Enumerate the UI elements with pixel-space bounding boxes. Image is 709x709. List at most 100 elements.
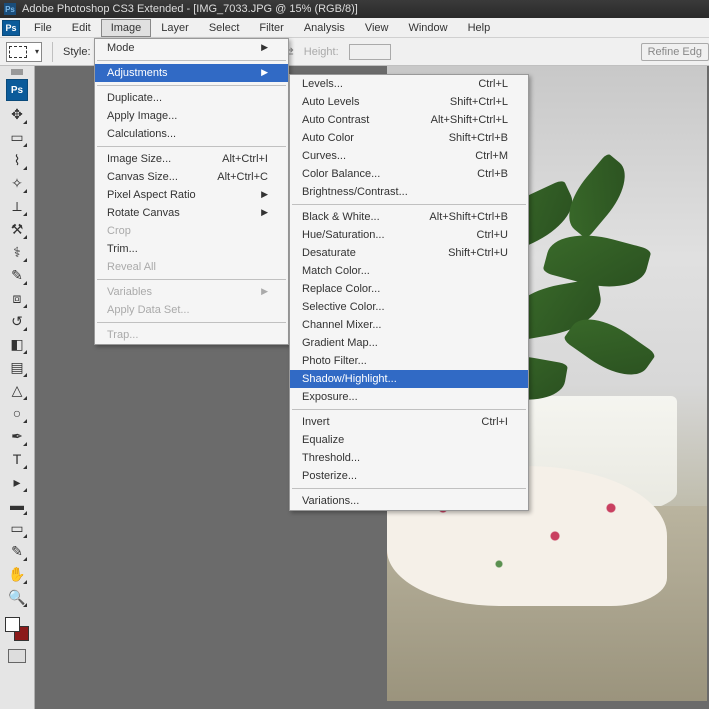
- adjustments-item-threshold[interactable]: Threshold...: [290, 449, 528, 467]
- window-title: Adobe Photoshop CS3 Extended - [IMG_7033…: [22, 3, 358, 15]
- separator: [292, 204, 526, 205]
- menu-file[interactable]: File: [24, 19, 62, 37]
- shortcut-label: Ctrl+U: [477, 229, 508, 241]
- slice-tool[interactable]: ⚒: [6, 218, 28, 240]
- menu-help[interactable]: Help: [458, 19, 501, 37]
- shortcut-label: Ctrl+M: [475, 150, 508, 162]
- submenu-arrow-icon: ▶: [261, 67, 268, 79]
- clone-stamp-tool[interactable]: ⧈: [6, 287, 28, 309]
- adjustments-item-curves[interactable]: Curves... Ctrl+M: [290, 147, 528, 165]
- separator: [292, 488, 526, 489]
- image-menu-item-calculations[interactable]: Calculations...: [95, 125, 288, 143]
- adjustments-item-variations[interactable]: Variations...: [290, 492, 528, 510]
- adjustments-item-auto-color[interactable]: Auto ColorShift+Ctrl+B: [290, 129, 528, 147]
- image-menu-item-rotate-canvas[interactable]: Rotate Canvas▶: [95, 204, 288, 222]
- separator: [292, 409, 526, 410]
- gradient-tool[interactable]: ▤: [6, 356, 28, 378]
- menu-filter[interactable]: Filter: [249, 19, 293, 37]
- adjustments-item-brightness-contrast[interactable]: Brightness/Contrast...: [290, 183, 528, 201]
- dropdown-arrow-icon: ▾: [35, 47, 39, 56]
- color-swatches[interactable]: [5, 617, 29, 641]
- height-input[interactable]: [349, 44, 391, 60]
- path-selection-tool[interactable]: ▸: [6, 471, 28, 493]
- marquee-tool[interactable]: ▭: [6, 126, 28, 148]
- image-menu-item-adjustments[interactable]: Adjustments▶: [95, 64, 288, 82]
- menu-edit[interactable]: Edit: [62, 19, 101, 37]
- toolbox-grip[interactable]: [11, 69, 23, 75]
- adjustments-item-photo-filter[interactable]: Photo Filter...: [290, 352, 528, 370]
- menu-item-label: Variations...: [302, 495, 359, 507]
- menu-item-label: Threshold...: [302, 452, 360, 464]
- adjustments-item-channel-mixer[interactable]: Channel Mixer...: [290, 316, 528, 334]
- adjustments-item-hue-saturation[interactable]: Hue/Saturation...Ctrl+U: [290, 226, 528, 244]
- foreground-color-swatch[interactable]: [5, 617, 20, 632]
- menu-item-label: Duplicate...: [107, 92, 162, 104]
- hand-tool[interactable]: ✋: [6, 563, 28, 585]
- ps-badge-icon[interactable]: Ps: [2, 20, 20, 36]
- pen-tool[interactable]: ✒: [6, 425, 28, 447]
- eyedropper-tool[interactable]: ✎: [6, 540, 28, 562]
- separator: [97, 60, 286, 61]
- menu-item-label: Apply Data Set...: [107, 304, 190, 316]
- image-menu-item-canvas-size[interactable]: Canvas Size...Alt+Ctrl+C: [95, 168, 288, 186]
- shape-tool[interactable]: ▬: [6, 494, 28, 516]
- menu-select[interactable]: Select: [199, 19, 250, 37]
- image-menu-item-image-size[interactable]: Image Size...Alt+Ctrl+I: [95, 150, 288, 168]
- shortcut-label: Shift+Ctrl+L: [450, 96, 508, 108]
- menu-item-label: Shadow/Highlight...: [302, 373, 397, 385]
- zoom-tool[interactable]: 🔍: [6, 586, 28, 608]
- quick-mask-toggle[interactable]: [8, 649, 26, 663]
- image-menu-item-trim[interactable]: Trim...: [95, 240, 288, 258]
- menu-item-label: Levels...: [302, 78, 343, 90]
- image-menu-dropdown: Mode▶ Adjustments▶ Duplicate... Apply Image…: [94, 38, 289, 345]
- toolbox: Ps ✥▭⌇✧⟂⚒⚕✎⧈↺◧▤△○✒T▸▬▭✎✋🔍: [0, 66, 35, 709]
- menu-item-label: Curves...: [302, 150, 346, 162]
- adjustments-item-desaturate[interactable]: DesaturateShift+Ctrl+U: [290, 244, 528, 262]
- adjustments-submenu: Levels...Ctrl+LAuto LevelsShift+Ctrl+LAu…: [289, 74, 529, 511]
- menu-item-label: Variables: [107, 286, 152, 298]
- menu-item-label: Channel Mixer...: [302, 319, 381, 331]
- blur-tool[interactable]: △: [6, 379, 28, 401]
- adjustments-item-shadow-highlight[interactable]: Shadow/Highlight...: [290, 370, 528, 388]
- image-menu-item-apply-image[interactable]: Apply Image...: [95, 107, 288, 125]
- image-menu-item-mode[interactable]: Mode▶: [95, 39, 288, 57]
- adjustments-item-levels[interactable]: Levels...Ctrl+L: [290, 75, 528, 93]
- menu-window[interactable]: Window: [398, 19, 457, 37]
- healing-brush-tool[interactable]: ⚕: [6, 241, 28, 263]
- image-menu-item-duplicate[interactable]: Duplicate...: [95, 89, 288, 107]
- lasso-tool[interactable]: ⌇: [6, 149, 28, 171]
- image-menu-item-pixel-aspect-ratio[interactable]: Pixel Aspect Ratio▶: [95, 186, 288, 204]
- ps-toolbox-icon[interactable]: Ps: [6, 79, 28, 101]
- magic-wand-tool[interactable]: ✧: [6, 172, 28, 194]
- tool-preset-picker[interactable]: ▾: [6, 42, 42, 62]
- history-brush-tool[interactable]: ↺: [6, 310, 28, 332]
- adjustments-item-exposure[interactable]: Exposure...: [290, 388, 528, 406]
- app-icon: Ps: [4, 3, 16, 15]
- move-tool[interactable]: ✥: [6, 103, 28, 125]
- adjustments-item-auto-levels[interactable]: Auto LevelsShift+Ctrl+L: [290, 93, 528, 111]
- type-tool[interactable]: T: [6, 448, 28, 470]
- adjustments-item-auto-contrast[interactable]: Auto ContrastAlt+Shift+Ctrl+L: [290, 111, 528, 129]
- adjustments-item-match-color[interactable]: Match Color...: [290, 262, 528, 280]
- adjustments-item-replace-color[interactable]: Replace Color...: [290, 280, 528, 298]
- image-menu-item-trap: Trap...: [95, 326, 288, 344]
- separator: [97, 322, 286, 323]
- adjustments-item-equalize[interactable]: Equalize: [290, 431, 528, 449]
- menu-image[interactable]: Image: [101, 19, 152, 37]
- adjustments-item-invert[interactable]: InvertCtrl+I: [290, 413, 528, 431]
- dodge-tool[interactable]: ○: [6, 402, 28, 424]
- menu-analysis[interactable]: Analysis: [294, 19, 355, 37]
- adjustments-item-color-balance[interactable]: Color Balance...Ctrl+B: [290, 165, 528, 183]
- brush-tool[interactable]: ✎: [6, 264, 28, 286]
- crop-tool[interactable]: ⟂: [6, 195, 28, 217]
- adjustments-item-black-white[interactable]: Black & White...Alt+Shift+Ctrl+B: [290, 208, 528, 226]
- adjustments-item-gradient-map[interactable]: Gradient Map...: [290, 334, 528, 352]
- adjustments-item-posterize[interactable]: Posterize...: [290, 467, 528, 485]
- menu-view[interactable]: View: [355, 19, 399, 37]
- menu-layer[interactable]: Layer: [151, 19, 199, 37]
- adjustments-item-selective-color[interactable]: Selective Color...: [290, 298, 528, 316]
- menu-item-label: Match Color...: [302, 265, 370, 277]
- eraser-tool[interactable]: ◧: [6, 333, 28, 355]
- notes-tool[interactable]: ▭: [6, 517, 28, 539]
- refine-edge-button[interactable]: Refine Edg: [641, 43, 709, 61]
